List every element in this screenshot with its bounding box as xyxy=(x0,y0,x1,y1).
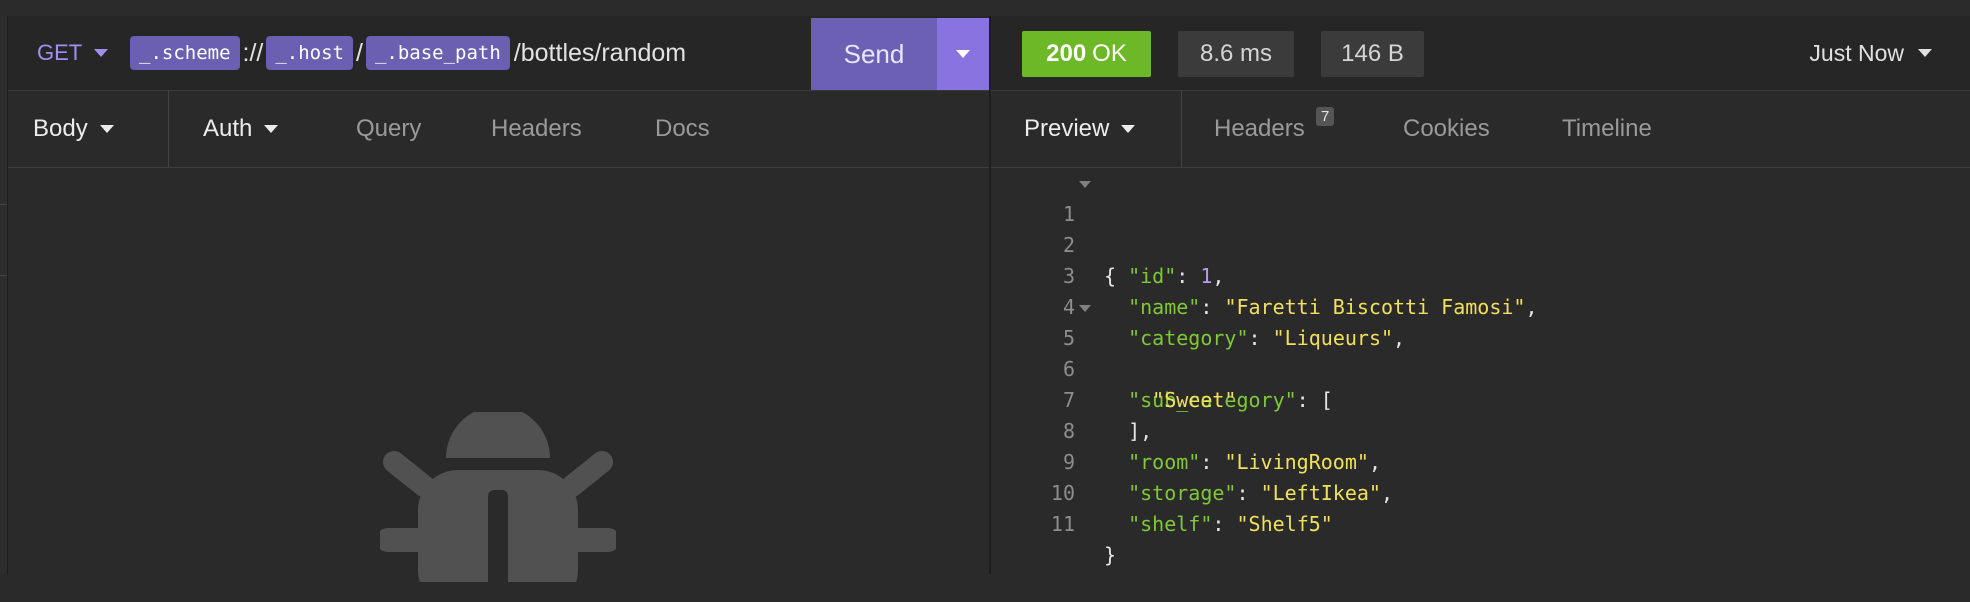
json-punct: : xyxy=(1212,512,1237,536)
env-tag-scheme[interactable]: _.scheme xyxy=(130,36,240,70)
url-path-input[interactable] xyxy=(509,38,724,68)
json-punct: : xyxy=(1248,326,1273,350)
json-key: "room" xyxy=(1128,450,1201,474)
code-line: 8 "room": "LivingRoom", xyxy=(991,385,1381,474)
json-string: "Liqueurs" xyxy=(1272,326,1394,350)
tab-preview[interactable]: Preview xyxy=(1024,91,1136,167)
code-line: 9 "storage": "LeftIkea", xyxy=(991,416,1393,505)
json-key: "storage" xyxy=(1128,481,1237,505)
tab-body[interactable]: Body xyxy=(33,91,114,167)
caret-down-icon xyxy=(1121,125,1136,133)
tab-label: Headers xyxy=(1214,115,1305,142)
json-punct: : xyxy=(1200,450,1225,474)
json-preview[interactable]: 1 { 2 "id": 1, 3 "name": "Faretti Biscot… xyxy=(991,168,1970,574)
tab-label: Preview xyxy=(1024,115,1110,142)
send-button[interactable]: Send xyxy=(811,18,937,90)
json-string: "LeftIkea" xyxy=(1260,481,1381,505)
json-key: "id" xyxy=(1128,264,1177,288)
bug-icon xyxy=(380,412,616,582)
json-punct: : xyxy=(1200,295,1225,319)
fold-toggle-icon[interactable] xyxy=(1079,181,1091,188)
send-options-button[interactable] xyxy=(937,18,989,90)
fold-toggle-icon[interactable] xyxy=(1079,305,1091,312)
json-punct: ], xyxy=(1128,419,1153,443)
request-pane: GET _.scheme :// _.host / _.base_path Se… xyxy=(8,16,989,582)
json-string: "Sweet" xyxy=(1152,388,1237,412)
code-line: 3 "name": "Faretti Biscotti Famosi", xyxy=(991,230,1538,319)
json-punct: , xyxy=(1393,326,1406,350)
code-line: 10 "shelf": "Shelf5" xyxy=(991,447,1333,536)
tab-auth[interactable]: Auth xyxy=(203,91,279,167)
url-bar: GET _.scheme :// _.host / _.base_path Se… xyxy=(8,16,989,91)
json-punct: : xyxy=(1176,264,1201,288)
code-line: 5 "sub_category": [ xyxy=(991,292,1333,412)
status-text: OK xyxy=(1092,40,1127,67)
headers-count-badge: 7 xyxy=(1316,107,1335,126)
status-code: 200 xyxy=(1046,40,1087,67)
tab-divider xyxy=(1181,91,1182,167)
caret-down-icon xyxy=(99,125,114,133)
json-punct: } xyxy=(1104,543,1117,567)
line-number: 11 xyxy=(1050,512,1075,536)
json-number: 1 xyxy=(1200,264,1213,288)
json-punct: , xyxy=(1368,450,1381,474)
sidebar-edge-mark xyxy=(0,204,7,276)
url-separator: / xyxy=(356,38,363,67)
code-line: 4 "category": "Liqueurs", xyxy=(991,261,1405,350)
url-field[interactable]: _.scheme :// _.host / _.base_path xyxy=(130,16,724,90)
code-line: 6 "Sweet" xyxy=(991,323,1237,412)
sidebar-edge xyxy=(0,16,8,574)
response-time-badge: 8.6 ms xyxy=(1178,31,1294,77)
history-label: Just Now xyxy=(1809,39,1904,66)
method-label: GET xyxy=(37,40,83,65)
env-tag-base-path[interactable]: _.base_path xyxy=(365,36,510,70)
json-punct: , xyxy=(1525,295,1538,319)
json-punct: : xyxy=(1236,481,1261,505)
response-tabs: Preview Headers 7 Cookies Timeline xyxy=(991,91,1970,168)
caret-down-icon xyxy=(956,50,970,58)
json-string: "Faretti Biscotti Famosi" xyxy=(1224,295,1526,319)
code-line: 7 ], xyxy=(991,354,1152,443)
json-punct: , xyxy=(1380,481,1394,505)
response-status-bar: 200 OK 8.6 ms 146 B Just Now xyxy=(991,16,1970,91)
tab-divider xyxy=(168,91,169,167)
request-tabs: Body Auth Query Headers Docs xyxy=(8,91,989,168)
env-tag-host[interactable]: _.host xyxy=(266,36,353,70)
caret-down-icon xyxy=(264,125,279,133)
json-key: "name" xyxy=(1128,295,1201,319)
caret-down-icon xyxy=(94,49,109,57)
code-line: 1 { xyxy=(991,168,1116,288)
json-key: "category" xyxy=(1128,326,1249,350)
tab-cookies[interactable]: Cookies xyxy=(1403,91,1490,167)
code-line: 11 } xyxy=(991,478,1116,567)
url-separator: :// xyxy=(242,38,264,67)
response-size-badge: 146 B xyxy=(1321,31,1424,77)
tab-headers[interactable]: Headers xyxy=(491,91,582,167)
tab-label: Body xyxy=(33,115,88,142)
tab-timeline[interactable]: Timeline xyxy=(1562,91,1652,167)
json-string: "LivingRoom" xyxy=(1224,450,1369,474)
tab-label: Auth xyxy=(203,115,253,142)
code-line: 2 "id": 1, xyxy=(991,199,1225,288)
method-dropdown[interactable]: GET xyxy=(37,16,109,90)
status-badge: 200 OK xyxy=(1022,31,1151,77)
json-punct: : [ xyxy=(1296,388,1333,412)
tab-query[interactable]: Query xyxy=(356,91,421,167)
json-punct: , xyxy=(1212,264,1225,288)
json-string: "Shelf5" xyxy=(1236,512,1333,536)
tab-response-headers[interactable]: Headers xyxy=(1214,91,1305,167)
caret-down-icon xyxy=(1918,49,1932,57)
tab-docs[interactable]: Docs xyxy=(655,91,710,167)
request-body-empty xyxy=(8,168,989,582)
json-key: "shelf" xyxy=(1128,512,1213,536)
response-pane: 200 OK 8.6 ms 146 B Just Now Preview Hea… xyxy=(991,16,1970,574)
history-dropdown[interactable]: Just Now xyxy=(1809,16,1932,90)
